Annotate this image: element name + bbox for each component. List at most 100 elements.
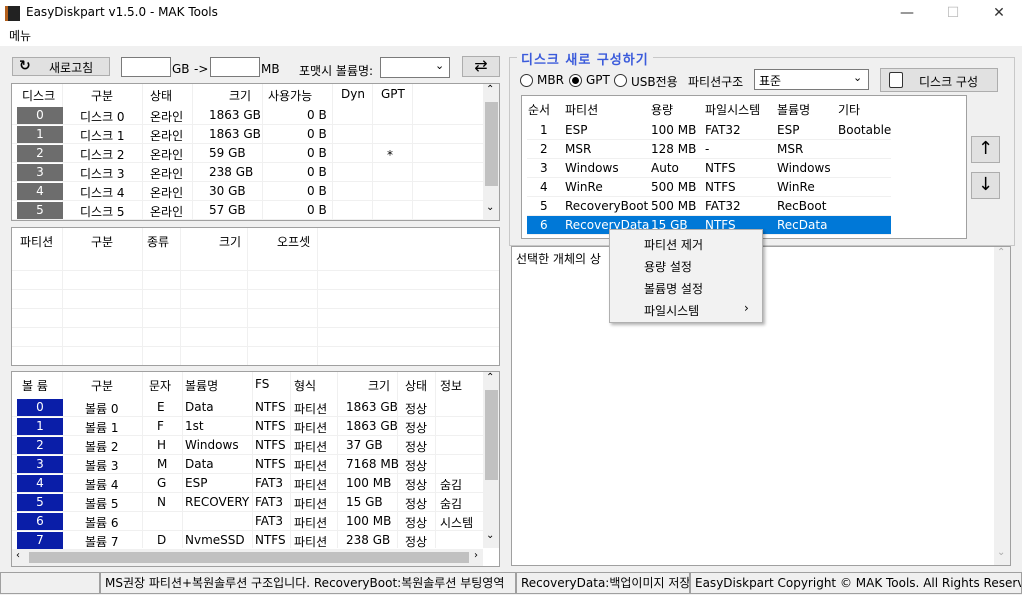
mbr-radio[interactable]	[520, 74, 533, 87]
ctx-set-size[interactable]: 용량 설정	[644, 258, 692, 275]
volume-fs: NTFS	[255, 533, 286, 547]
volume-letter: E	[157, 400, 165, 414]
status-copyright: EasyDiskpart Copyright © MAK Tools. All …	[690, 572, 1022, 594]
reconfig-size: 128 MB	[651, 142, 697, 156]
ctx-filesystem[interactable]: 파일시스템	[644, 302, 699, 319]
volume-label-combo[interactable]: ⌄	[380, 57, 450, 78]
volume-name: 볼륨 1	[85, 421, 119, 435]
scroll-up-icon[interactable]: ⌃	[486, 84, 494, 95]
gpt-label: GPT	[586, 73, 610, 87]
volume-type: 파티션	[294, 440, 328, 454]
table-row[interactable]: 5 볼륨 5 N RECOVERY FAT3 파티션 15 GB 정상 숨김	[12, 493, 483, 512]
disk-free: 0 B	[307, 165, 327, 179]
move-up-button[interactable]: ↑	[971, 136, 1000, 163]
scroll-right-icon[interactable]: ›	[474, 550, 478, 561]
gpt-radio[interactable]	[569, 74, 582, 87]
disk-name: 디스크 2	[80, 148, 125, 162]
refresh-icon: ↻	[19, 58, 31, 74]
volume-number-badge: 5	[17, 494, 63, 511]
volume-letter: M	[157, 457, 168, 471]
table-row[interactable]: 1 디스크 1 온라인 1863 GB 0 B	[12, 125, 483, 144]
volume-list-scrollbar[interactable]: ⌃ ⌄	[483, 372, 499, 548]
volume-col-header: 볼 륨	[22, 379, 48, 393]
close-button[interactable]: ✕	[976, 0, 1022, 26]
chevron-down-icon: ⌄	[853, 71, 863, 84]
disk-number-badge: 2	[17, 145, 63, 162]
structure-combo[interactable]: 표준 ⌄	[754, 69, 869, 90]
structure-value: 표준	[759, 74, 782, 88]
table-row[interactable]: 2 볼륨 2 H Windows NTFS 파티션 37 GB 정상	[12, 436, 483, 455]
reconfig-list[interactable]: 순서 파티션 용량 파일시스템 볼륨명 기타 1 ESP 100 MB FAT32 ESP Boot…	[521, 95, 967, 239]
volume-size: 100 MB	[346, 514, 392, 528]
disk-col-header: 상태	[150, 89, 173, 103]
reconfig-fs: NTFS	[705, 161, 736, 175]
partition-list[interactable]: 파티션 구분 종류 크기 오프셋	[11, 227, 500, 366]
disk-col-header: 디스크	[22, 89, 56, 103]
disk-size: 59 GB	[209, 146, 246, 160]
table-row[interactable]: 2 MSR 128 MB - MSR	[527, 140, 891, 159]
maximize-button[interactable]: ☐	[930, 0, 976, 26]
table-row[interactable]: 5 디스크 5 온라인 57 GB 0 B	[12, 201, 483, 220]
volume-list[interactable]: 볼 륨 구분 문자 볼륨명 FS 형식 크기 상태 정보 0 볼륨 0 E Data NTFS 파티션 18…	[11, 371, 500, 567]
table-row[interactable]: 4 디스크 4 온라인 30 GB 0 B	[12, 182, 483, 201]
scroll-thumb[interactable]	[485, 390, 498, 480]
table-row[interactable]: 3 볼륨 3 M Data NTFS 파티션 7168 MB 정상	[12, 455, 483, 474]
volume-name: 볼륨 7	[85, 535, 119, 549]
refresh-button[interactable]: ↻ 새로고침	[12, 57, 110, 76]
menu-item[interactable]: 메뉴	[9, 27, 31, 44]
scroll-up-icon[interactable]: ⌃	[486, 372, 494, 383]
scroll-thumb[interactable]	[485, 102, 498, 186]
ctx-set-volume-label[interactable]: 볼륨명 설정	[644, 280, 703, 297]
scroll-down-icon[interactable]: ⌄	[486, 202, 494, 213]
table-row[interactable]: 5 RecoveryBoot 500 MB FAT32 RecBoot	[527, 197, 891, 216]
app-icon	[5, 6, 20, 21]
volume-state: 정상	[405, 478, 428, 492]
table-row[interactable]: 0 볼륨 0 E Data NTFS 파티션 1863 GB 정상	[12, 398, 483, 417]
move-down-button[interactable]: ↓	[971, 172, 1000, 199]
window-title: EasyDiskpart v1.5.0 - MAK Tools	[26, 5, 218, 19]
mbr-label: MBR	[537, 73, 564, 87]
reconfig-fs: FAT32	[705, 199, 741, 213]
table-row[interactable]: 3 디스크 3 온라인 238 GB 0 B	[12, 163, 483, 182]
volume-label-caption: 포맷시 볼륨명:	[299, 64, 374, 78]
scroll-down-icon[interactable]: ⌄	[997, 547, 1005, 558]
minimize-button[interactable]: —	[884, 0, 930, 26]
disk-free: 0 B	[307, 127, 327, 141]
table-row[interactable]: 4 볼륨 4 G ESP FAT3 파티션 100 MB 정상 숨김	[12, 474, 483, 493]
disk-list-scrollbar[interactable]: ⌃ ⌄	[483, 84, 499, 220]
reconfig-col-header: 파일시스템	[705, 103, 761, 117]
scroll-down-icon[interactable]: ⌄	[486, 530, 494, 541]
volume-col-header: 구분	[91, 379, 114, 393]
table-row[interactable]: 1 볼륨 1 F 1st NTFS 파티션 1863 GB 정상	[12, 417, 483, 436]
volume-type: 파티션	[294, 459, 328, 473]
table-row[interactable]: 2 디스크 2 온라인 59 GB 0 B *	[12, 144, 483, 163]
mb-size-input[interactable]	[210, 57, 260, 77]
table-row[interactable]: 7 볼륨 7 D NvmeSSD NTFS 파티션 238 GB 정상	[12, 531, 483, 550]
volume-label: 1st	[185, 419, 204, 433]
description-scrollbar[interactable]: ⌃ ⌄	[994, 247, 1010, 565]
volume-number-badge: 2	[17, 437, 63, 454]
gb-size-input[interactable]	[121, 57, 171, 77]
volume-hscrollbar[interactable]: ‹ ›	[12, 549, 483, 566]
scroll-left-icon[interactable]: ‹	[16, 550, 20, 561]
volume-state: 정상	[405, 497, 428, 511]
build-disk-button[interactable]: 디스크 구성	[880, 68, 998, 92]
table-row[interactable]: 0 디스크 0 온라인 1863 GB 0 B	[12, 106, 483, 125]
table-row[interactable]: 6 볼륨 6 FAT3 파티션 100 MB 정상 시스템	[12, 512, 483, 531]
disk-number-badge: 5	[17, 202, 63, 219]
volume-label: Data	[185, 457, 214, 471]
table-row[interactable]: 3 Windows Auto NTFS Windows	[527, 159, 891, 178]
ctx-remove-partition[interactable]: 파티션 제거	[644, 236, 703, 253]
table-row[interactable]: 1 ESP 100 MB FAT32 ESP Bootable	[527, 121, 891, 140]
usb-radio[interactable]	[614, 74, 627, 87]
hscroll-thumb[interactable]	[29, 552, 469, 563]
disk-number-badge: 1	[17, 126, 63, 143]
swap-button[interactable]: ⇄	[462, 56, 500, 77]
table-row[interactable]: 4 WinRe 500 MB NTFS WinRe	[527, 178, 891, 197]
disk-list[interactable]: 디스크 구분 상태 크기 사용가능 Dyn GPT 0 디스크 0 온라인 1863 GB 0 B1…	[11, 83, 500, 221]
partition-col-header: 파티션	[20, 235, 54, 249]
scroll-up-icon[interactable]: ⌃	[997, 247, 1005, 258]
disk-col-header: 구분	[91, 89, 114, 103]
disk-size: 30 GB	[209, 184, 246, 198]
volume-fs: NTFS	[255, 419, 286, 433]
